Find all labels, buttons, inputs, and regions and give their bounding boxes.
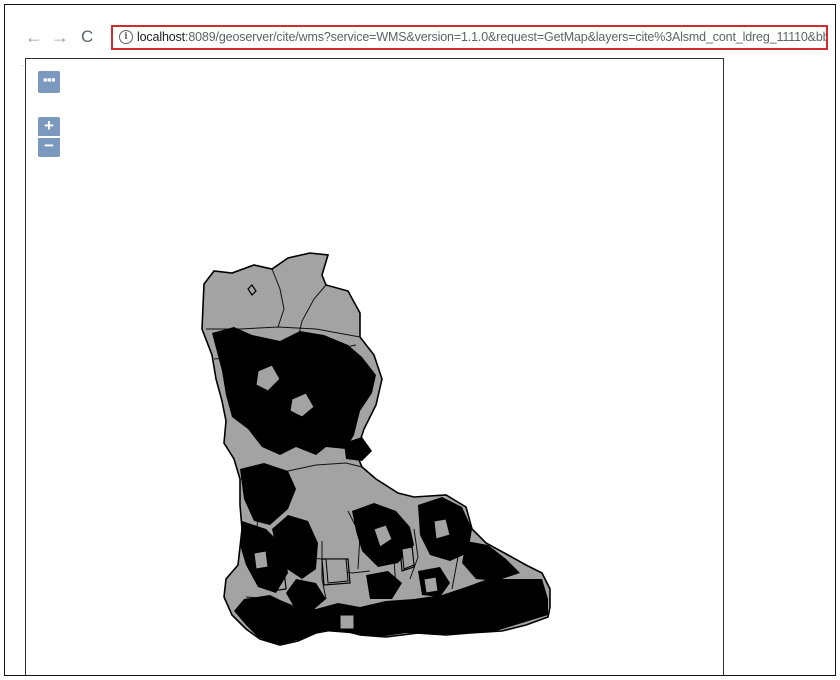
address-bar[interactable]: i localhost:8089/geoserver/cite/wms?serv… [111,25,828,50]
url-host: localhost [137,30,185,44]
more-options-button[interactable]: ▪▪▪ [38,71,60,93]
url-path: :8089/geoserver/cite/wms?service=WMS&ver… [185,30,828,44]
zoom-out-button[interactable]: − [38,137,60,157]
map-viewport[interactable]: ▪▪▪ + − [25,58,724,676]
forward-arrow-icon[interactable]: → [51,27,69,47]
address-url[interactable]: localhost:8089/geoserver/cite/wms?servic… [137,30,828,44]
info-icon[interactable]: i [119,30,133,44]
back-arrow-icon[interactable]: ← [25,27,43,47]
browser-toolbar: ← → C i localhost:8089/geoserver/cite/wm… [5,19,834,66]
reload-icon[interactable]: C [81,27,93,47]
map-layer[interactable] [26,59,724,676]
zoom-in-button[interactable]: + [38,117,60,136]
screenshot-frame: ← → C i localhost:8089/geoserver/cite/wm… [4,4,836,676]
